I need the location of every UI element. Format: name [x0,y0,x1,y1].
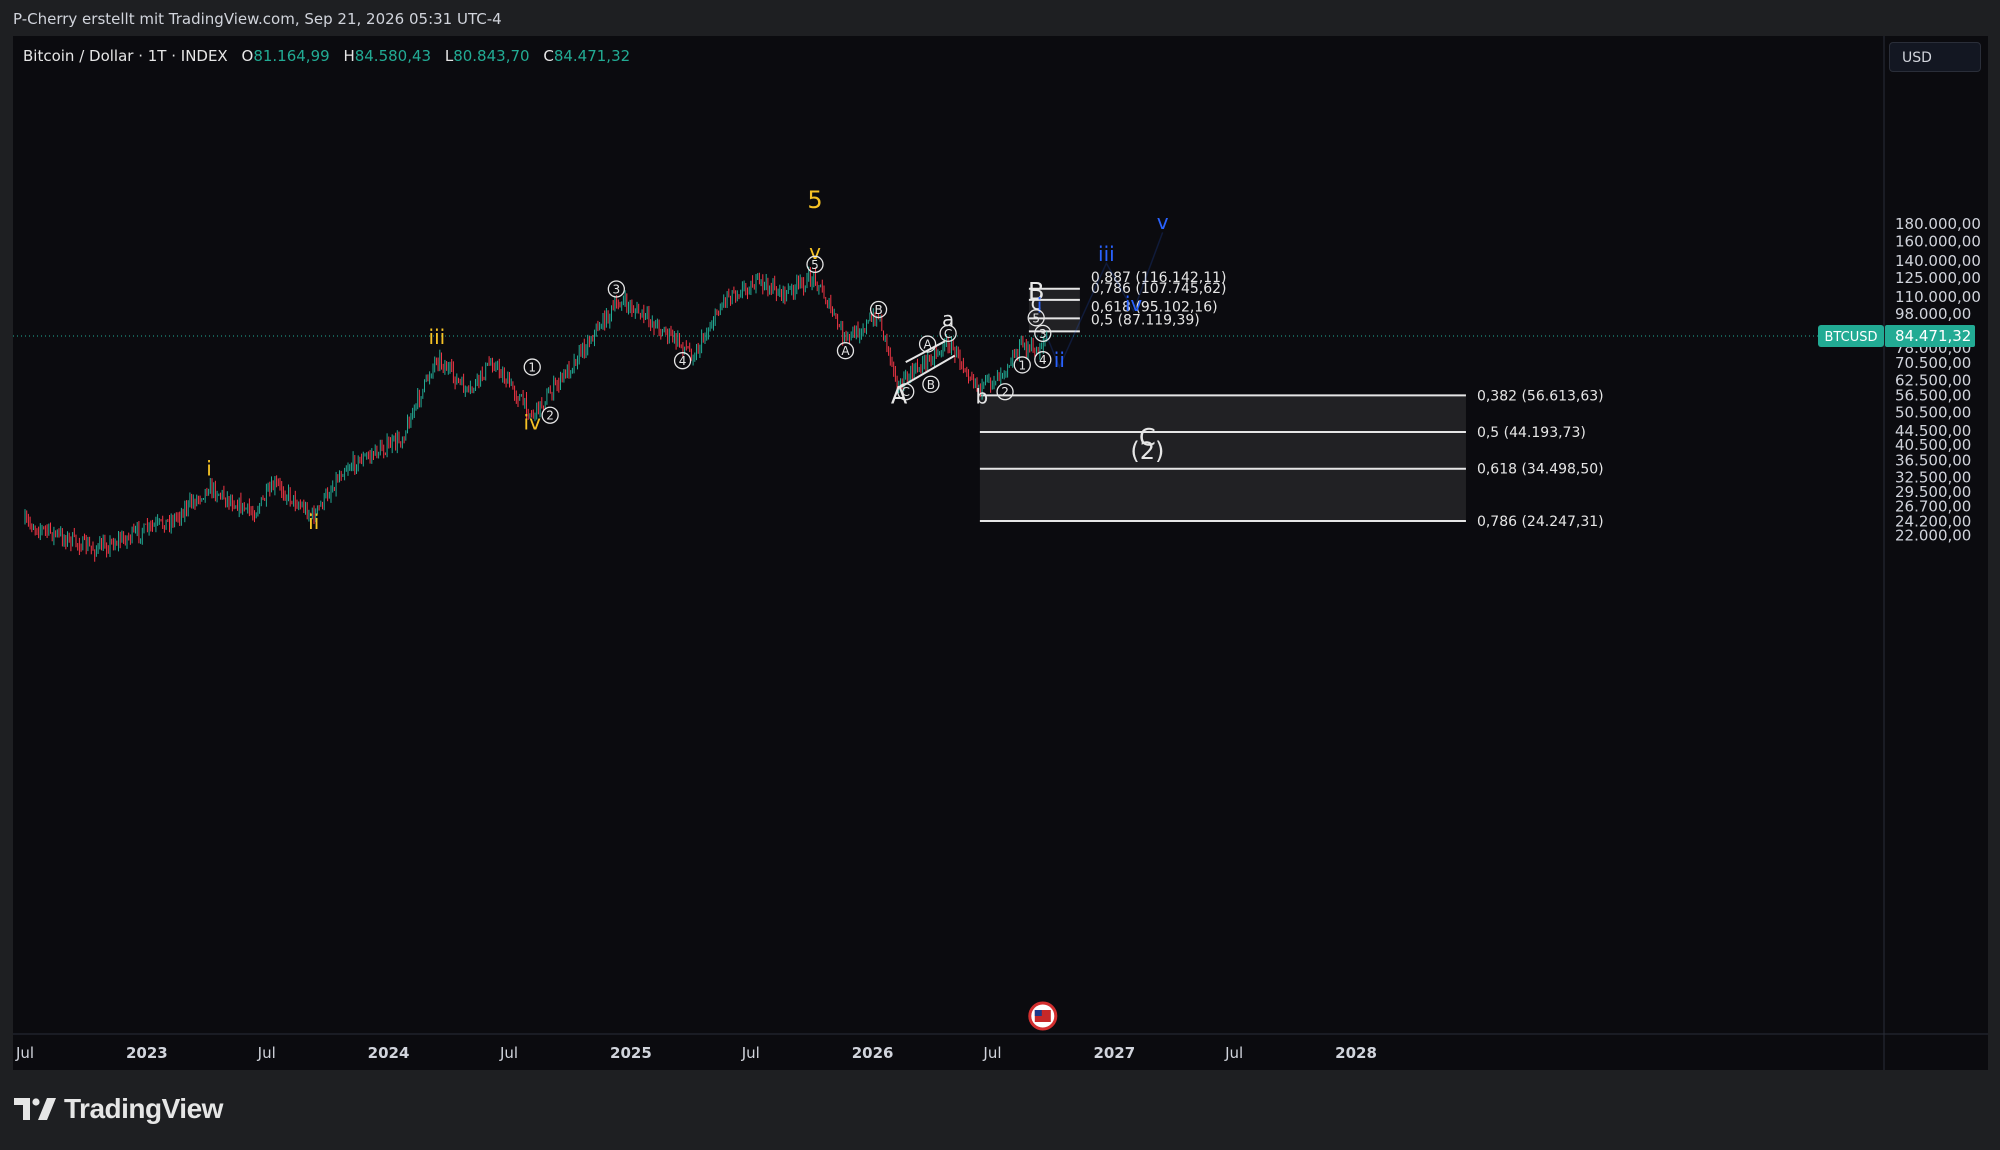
price-tick-label: 36.500,00 [1895,451,1971,469]
event-flag-icon [1028,1001,1058,1031]
circle-wave-label: 2 [996,383,1014,401]
price-tick-label: 56.500,00 [1895,387,1971,405]
price-tick-label: 140.000,00 [1895,252,1981,270]
fib-upper-label: 0,5 (87.119,39) [1091,312,1200,328]
tradingview-logo-text: TradingView [64,1093,223,1124]
close-label: C [543,47,554,65]
price-tick-label: 50.500,00 [1895,403,1971,421]
price-tick-label: 70.500,00 [1895,354,1971,372]
time-tick-label: 2027 [1093,1044,1135,1062]
time-tick-label: 2024 [368,1044,410,1062]
wave-label: iii [429,325,446,349]
price-tick-label: 98.000,00 [1895,305,1971,323]
symbol-title: Bitcoin / Dollar · 1T · INDEX [23,47,228,65]
fib-lower-label: 0,786 (24.247,31) [1477,514,1604,530]
axes-layer: 180.000,00160.000,00 140.000,00125.000,00… [13,36,1988,1070]
fibonacci-layer: 0,887 (116.142,11)0,786 (107.745,62)0,61… [979,270,1604,530]
bottom-bar [0,1070,2000,1150]
time-tick-label: Jul [1224,1044,1243,1062]
tradingview-logo[interactable]: TradingView [14,1093,223,1125]
fib-upper-label: 0,786 (107.745,62) [1091,281,1227,297]
circle-wave-text: 4 [1039,353,1047,367]
circle-wave-text: B [874,303,882,317]
price-chart[interactable]: 0,887 (116.142,11)0,786 (107.745,62)0,61… [13,36,1988,1070]
fib-lower-zone [979,395,1466,522]
wave-label: b [976,385,989,409]
time-tick-label: Jul [257,1044,276,1062]
circle-wave-label: 2 [541,406,559,424]
time-tick-label: 2023 [126,1044,168,1062]
high-label: H [343,47,355,65]
price-tick-label: 125.000,00 [1895,269,1981,287]
wave-label: (2) [1130,437,1164,465]
price-tick-label: 22.000,00 [1895,526,1971,544]
circle-wave-label: 3 [607,280,625,298]
circle-wave-label: 3 [1034,324,1052,342]
circle-wave-label: B [922,375,940,393]
tradingview-logo-icon [14,1098,56,1120]
wave-label: iii [1098,242,1115,266]
fib-lower-label: 0,5 (44.193,73) [1477,425,1586,441]
circle-wave-text: B [927,378,935,392]
price-tick-label: 160.000,00 [1895,232,1981,250]
symbol-legend[interactable]: Bitcoin / Dollar · 1T · INDEX O81.164,99… [23,47,630,65]
circle-wave-text: 2 [546,409,554,423]
open-label: O [241,47,254,65]
circle-wave-text: 1 [1018,358,1026,372]
wave-label: i [206,456,212,480]
wave-label: v [1157,210,1169,234]
time-tick-label: Jul [15,1044,34,1062]
wave-label: iv [1125,292,1143,316]
circle-wave-text: 3 [1039,327,1047,341]
time-tick-label: 2026 [852,1044,894,1062]
circle-wave-text: C [902,385,910,399]
currency-button[interactable]: USD [1889,42,1981,72]
time-tick-label: Jul [499,1044,518,1062]
price-tag-text: 84.471,32 [1895,327,1971,345]
price-tick-label: 180.000,00 [1895,215,1981,233]
time-tick-label: Jul [741,1044,760,1062]
low-value: 80.843,70 [453,47,530,65]
price-tick-label: 110.000,00 [1895,288,1981,306]
circle-wave-text: C [944,327,952,341]
symbol-tag-text: BTCUSD [1825,330,1878,345]
circle-wave-text: 3 [613,282,621,296]
wave-label: ii [1054,348,1065,372]
wave-label: iv [524,410,542,434]
top-bar: P-Cherry erstellt mit TradingView.com, S… [0,0,2000,36]
circle-wave-label: 1 [1013,356,1031,374]
open-value: 81.164,99 [253,47,330,65]
attribution-text: P-Cherry erstellt mit TradingView.com, S… [13,10,502,28]
circle-wave-text: A [841,344,850,358]
time-tick-label: Jul [982,1044,1001,1062]
circle-wave-label: 5 [806,255,824,273]
wave-label: ii [308,510,319,534]
low-label: L [444,47,454,65]
wave-label: 5 [807,186,822,214]
circle-wave-text: 4 [679,354,687,368]
circle-wave-label: 1 [523,358,541,376]
circle-wave-text: 5 [811,258,819,272]
circle-wave-text: 5 [1032,311,1040,325]
current-price-tag: BTCUSD 84.471,32 [1818,325,1975,347]
chart-frame[interactable]: 0,887 (116.142,11) 0,786 (107.745,62) 0,61… [13,36,1988,1070]
time-tick-label: 2025 [610,1044,652,1062]
high-value: 84.580,43 [354,47,432,65]
circle-wave-text: 2 [1001,385,1009,399]
circle-wave-text: 1 [528,361,536,375]
close-value: 84.471,32 [553,47,631,65]
circle-wave-label: A [836,342,855,360]
time-tick-label: 2028 [1335,1044,1377,1062]
circle-wave-text: A [923,338,932,352]
circle-wave-label: 4 [1034,351,1052,369]
circle-wave-label: 4 [673,352,692,370]
fib-lower-label: 0,618 (34.498,50) [1477,462,1604,478]
fib-lower-label: 0,382 (56.613,63) [1477,388,1604,404]
circle-wave-label: A [918,335,937,353]
circle-wave-label: C [939,324,957,342]
